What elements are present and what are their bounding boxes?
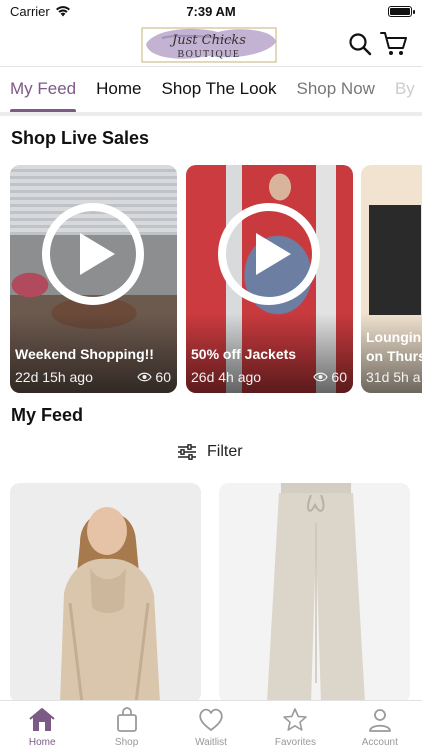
feed-title: My Feed <box>11 405 84 425</box>
battery-icon <box>388 5 415 17</box>
live-card-title: 50% off Jackets <box>191 346 297 362</box>
status-left: Carrier <box>10 4 71 19</box>
eye-icon <box>137 372 153 382</box>
live-card-meta: 22d 15h ago 60 <box>15 369 171 385</box>
brand-logo[interactable]: Just Chicks BOUTIQUE <box>136 24 282 64</box>
home-icon <box>28 706 56 734</box>
live-card-title-line2: on Thurs <box>366 348 422 364</box>
nav-favorites[interactable]: Favorites <box>253 701 337 750</box>
eye-icon <box>313 372 329 382</box>
live-card[interactable]: Weekend Shopping!! 22d 15h ago 60 <box>10 165 177 393</box>
live-card-view-count: 60 <box>331 369 347 385</box>
nav-waitlist[interactable]: Waitlist <box>169 701 253 750</box>
nav-shop-label: Shop <box>114 737 139 748</box>
live-card-age: 31d 5h a <box>366 369 421 385</box>
svg-text:Just Chicks: Just Chicks <box>169 33 246 48</box>
filter-label: Filter <box>207 443 243 460</box>
live-card[interactable]: Lounging on Thurs 31d 5h a <box>361 165 422 393</box>
person-icon <box>366 706 394 734</box>
live-card-age: 22d 15h ago <box>15 369 93 385</box>
wifi-icon <box>55 6 70 17</box>
product-image <box>219 483 410 703</box>
bottom-nav: Home Shop Waitlist Favorites Account <box>0 700 422 750</box>
live-card-view-count: 60 <box>155 369 171 385</box>
heart-icon <box>197 706 225 734</box>
nav-waitlist-label: Waitlist <box>195 737 227 748</box>
nav-shop[interactable]: Shop <box>84 701 168 750</box>
product-card[interactable] <box>10 483 201 703</box>
svg-text:BOUTIQUE: BOUTIQUE <box>177 49 240 60</box>
tab-by[interactable]: By <box>395 67 415 112</box>
status-bar: Carrier 7:39 AM <box>0 0 422 22</box>
tab-shop-now[interactable]: Shop Now <box>297 67 375 112</box>
live-card-meta: 26d 4h ago 60 <box>191 369 347 385</box>
carrier-label: Carrier <box>10 3 50 19</box>
live-card-views: 60 <box>313 369 347 385</box>
live-sales-carousel[interactable]: Weekend Shopping!! 22d 15h ago 60 50% of… <box>10 165 422 393</box>
tabs-divider <box>0 112 422 116</box>
nav-account-label: Account <box>361 737 398 748</box>
play-button[interactable] <box>218 203 320 305</box>
search-icon[interactable] <box>346 30 374 58</box>
nav-account[interactable]: Account <box>338 701 422 750</box>
product-card[interactable] <box>219 483 410 703</box>
live-card-meta: 31d 5h a <box>366 369 422 385</box>
nav-home[interactable]: Home <box>0 701 84 750</box>
live-card-age: 26d 4h ago <box>191 369 262 385</box>
live-card-views: 60 <box>137 369 171 385</box>
nav-favorites-label: Favorites <box>274 737 316 748</box>
live-card-title: Lounging <box>366 329 422 345</box>
star-icon <box>281 706 309 734</box>
app-header: Just Chicks BOUTIQUE <box>0 22 422 66</box>
live-sales-title: Shop Live Sales <box>11 128 150 148</box>
category-tabs: My Feed Home Shop The Look Shop Now By <box>0 66 422 112</box>
tab-my-feed[interactable]: My Feed <box>10 67 77 112</box>
sliders-icon <box>178 444 196 460</box>
live-card-title: Weekend Shopping!! <box>15 346 154 362</box>
tab-home[interactable]: Home <box>96 67 141 112</box>
bag-icon <box>113 706 141 734</box>
nav-home-label: Home <box>28 737 56 748</box>
filter-button[interactable]: Filter <box>177 443 243 461</box>
cart-icon[interactable] <box>379 30 409 58</box>
live-card[interactable]: 50% off Jackets 26d 4h ago 60 <box>186 165 353 393</box>
tab-shop-the-look[interactable]: Shop The Look <box>162 67 277 112</box>
product-image <box>10 483 201 703</box>
play-button[interactable] <box>42 203 144 305</box>
